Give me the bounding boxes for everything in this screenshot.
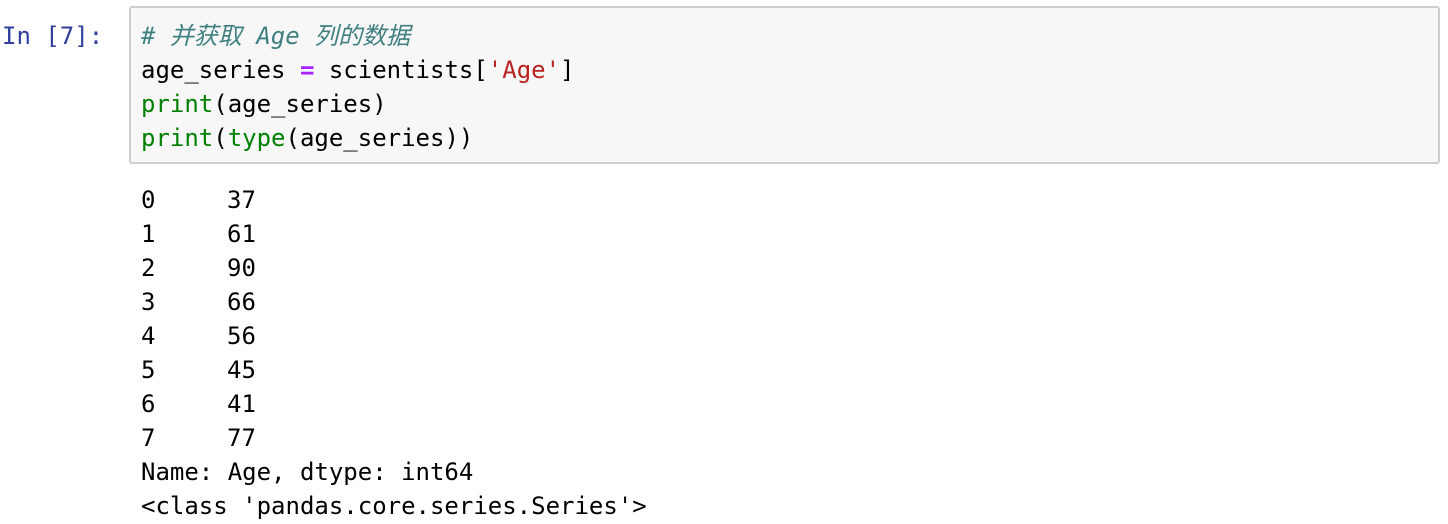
output-value: 45 [227,356,256,384]
code-editor[interactable]: # 并获取 Age 列的数据 age_series = scientists['… [141,19,575,155]
output-value: 37 [227,186,256,214]
output-row: 5 45 [141,353,647,387]
output-row: 3 66 [141,285,647,319]
output-index: 7 [141,424,156,452]
code-args: (age_series)) [285,124,474,152]
output-index: 3 [141,288,156,316]
output-value: 90 [227,254,256,282]
code-builtin-print: print [141,90,214,118]
code-input-area[interactable]: # 并获取 Age 列的数据 age_series = scientists['… [129,6,1440,164]
code-args: (age_series) [213,90,387,118]
code-variable: age_series [141,56,300,84]
output-row: 7 77 [141,421,647,455]
code-builtin-print: print [141,124,214,152]
output-index: 4 [141,322,156,350]
code-paren: ( [213,124,228,152]
output-index: 2 [141,254,156,282]
output-value: 77 [227,424,256,452]
output-value: 61 [227,220,256,248]
output-value: 56 [227,322,256,350]
output-value: 41 [227,390,256,418]
code-expression: scientists[ [314,56,488,84]
output-index: 6 [141,390,156,418]
code-line-print: print(age_series) [141,87,575,121]
code-string: 'Age' [487,56,561,84]
output-index: 1 [141,220,156,248]
code-builtin-type: type [227,124,286,152]
input-prompt: In [7]: [2,22,104,50]
output-row: 6 41 [141,387,647,421]
output-series-info: Name: Age, dtype: int64 [141,458,474,486]
output-type-line: <class 'pandas.core.series.Series'> [141,492,647,520]
output-row: 4 56 [141,319,647,353]
code-line-assignment: age_series = scientists['Age'] [141,53,575,87]
cell-output: 0 37 1 61 2 90 3 66 4 56 5 45 6 41 7 77 Name: Ag… [141,183,647,523]
code-line-comment: # 并获取 Age 列的数据 [141,19,575,53]
code-expression-end: ] [560,56,575,84]
output-row: 1 61 [141,217,647,251]
output-index: 0 [141,186,156,214]
output-row: 0 37 [141,183,647,217]
code-comment: # 并获取 Age 列的数据 [141,22,411,50]
code-line-print-type: print(type(age_series)) [141,121,575,155]
output-index: 5 [141,356,156,384]
code-operator: = [299,56,315,84]
output-value: 66 [227,288,256,316]
output-row: 2 90 [141,251,647,285]
